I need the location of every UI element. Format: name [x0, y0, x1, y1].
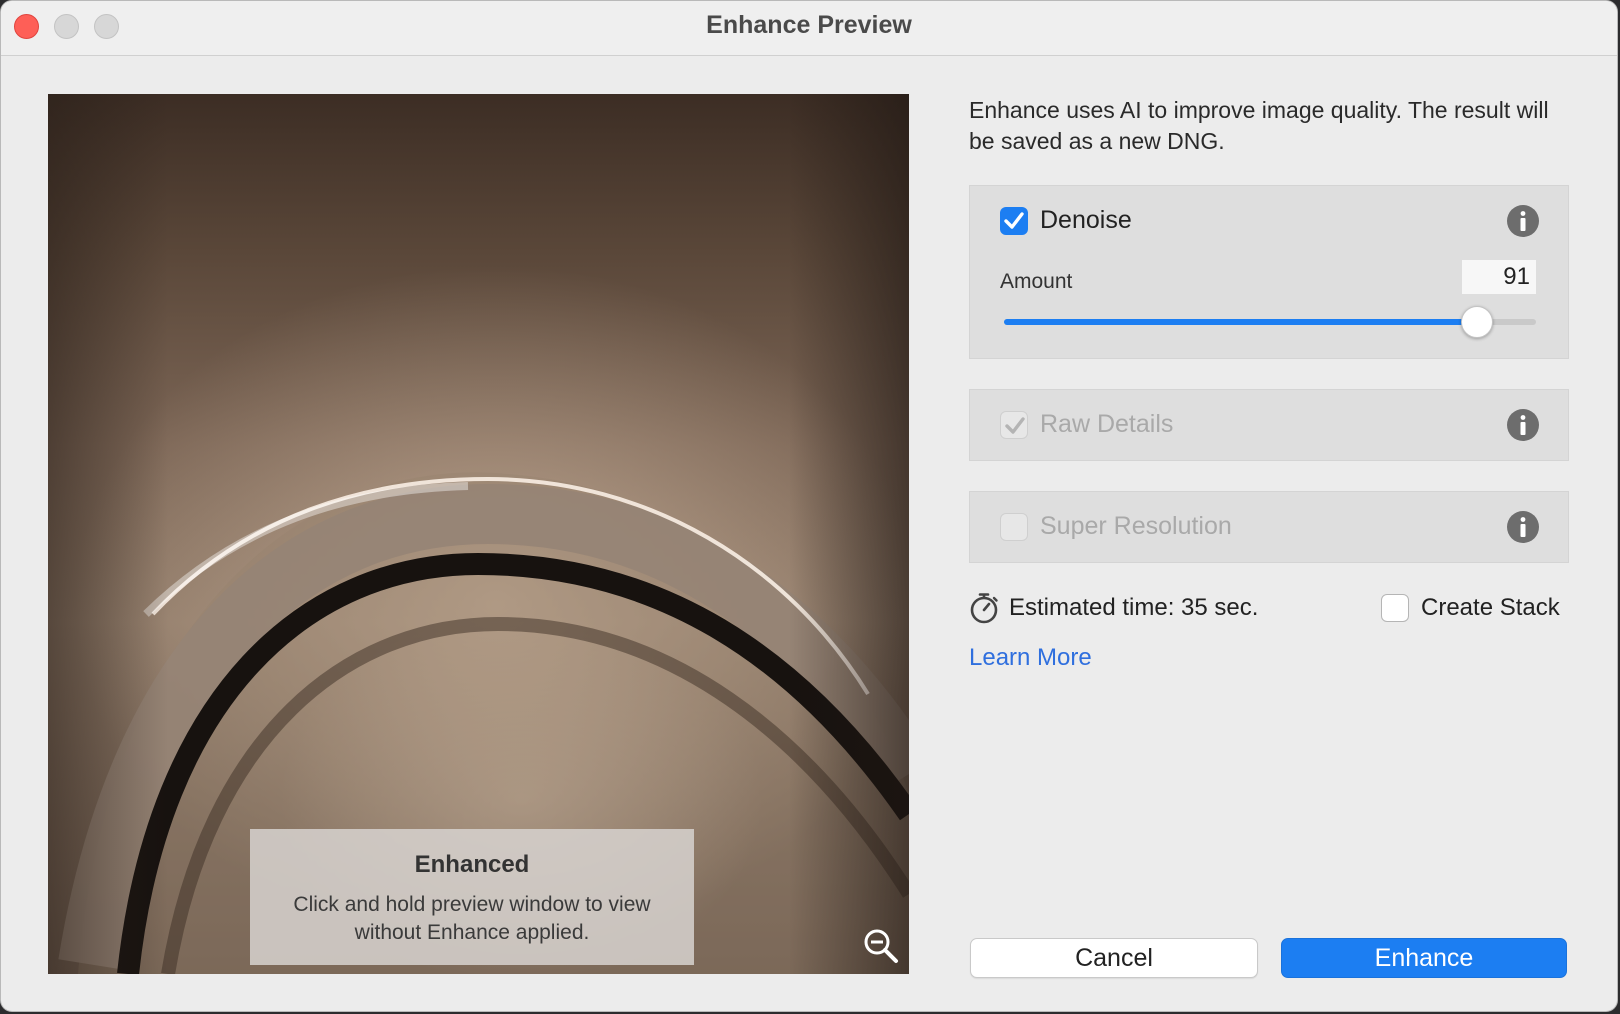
super-resolution-label: Super Resolution	[1040, 512, 1232, 540]
cancel-button[interactable]: Cancel	[970, 938, 1258, 978]
super-resolution-checkbox[interactable]	[1000, 513, 1028, 541]
preview-vignette-left	[48, 94, 168, 974]
checkmark-icon	[1004, 212, 1024, 229]
amount-slider[interactable]	[1004, 306, 1536, 338]
super-resolution-info-icon[interactable]	[1506, 510, 1540, 544]
enhance-button[interactable]: Enhance	[1281, 938, 1567, 978]
amount-slider-thumb[interactable]	[1461, 306, 1494, 338]
denoise-label: Denoise	[1040, 206, 1132, 234]
stopwatch-icon	[970, 593, 998, 624]
amount-value-field[interactable]: 91	[1462, 260, 1536, 294]
denoise-panel: Denoise Amount 91	[969, 185, 1569, 359]
overlay-text: Click and hold preview window to view wi…	[293, 893, 651, 944]
preview-image[interactable]: Enhanced Click and hold preview window t…	[48, 94, 909, 974]
enhanced-overlay: Enhanced Click and hold preview window t…	[250, 829, 694, 965]
window-title: Enhance Preview	[706, 11, 912, 39]
amount-slider-fill	[1004, 319, 1478, 325]
raw-details-label: Raw Details	[1040, 410, 1174, 438]
denoise-info-icon[interactable]	[1506, 204, 1540, 238]
raw-details-panel: Raw Details	[969, 389, 1569, 461]
enhance-description: Enhance uses AI to improve image quality…	[969, 97, 1549, 154]
raw-details-checkbox[interactable]	[1000, 411, 1028, 439]
preview-vignette-right	[789, 94, 909, 974]
overlay-title: Enhanced	[414, 851, 530, 878]
create-stack-checkbox[interactable]	[1381, 594, 1409, 622]
checkmark-icon	[1005, 417, 1025, 434]
raw-details-info-icon[interactable]	[1506, 408, 1540, 442]
estimate-row: Estimated time: 35 sec. Create Stack	[969, 592, 1569, 626]
estimated-time-text: Estimated time: 35 sec.	[1009, 594, 1259, 621]
amount-label: Amount	[1000, 270, 1073, 293]
learn-more-link[interactable]: Learn More	[969, 644, 1092, 672]
zoom-out-icon[interactable]	[862, 927, 900, 965]
create-stack-label[interactable]: Create Stack	[1421, 594, 1560, 622]
title-bar: Enhance Preview	[1, 1, 1617, 56]
denoise-checkbox[interactable]	[1000, 207, 1028, 235]
super-resolution-panel: Super Resolution	[969, 491, 1569, 563]
enhance-preview-window: Enhance Preview Enhanced Click and hold …	[0, 0, 1618, 1012]
